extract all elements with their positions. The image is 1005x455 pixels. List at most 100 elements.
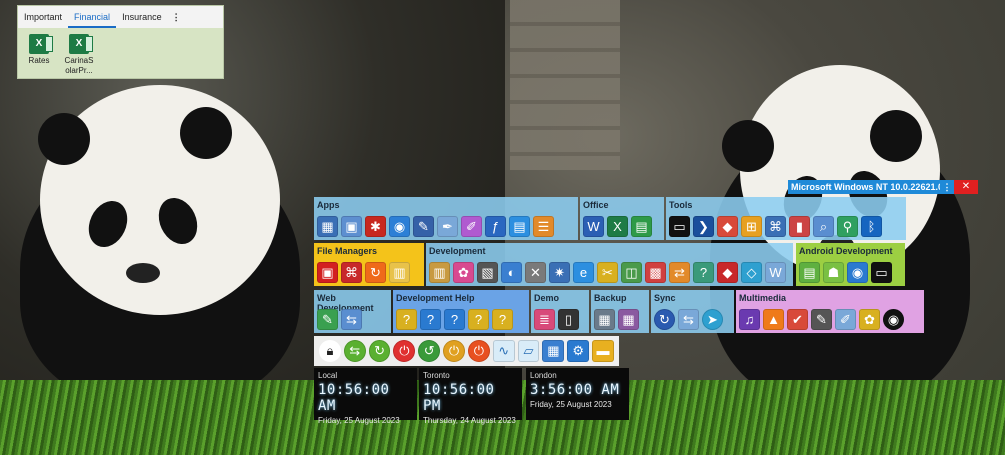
media-edit-icon[interactable]: ✐ xyxy=(835,309,856,330)
puzzle-icon[interactable]: ✱ xyxy=(365,216,386,237)
script-icon[interactable]: ƒ xyxy=(485,216,506,237)
folder-icon[interactable]: ▥ xyxy=(389,262,410,283)
group-backup: Backup ▦ ▦ xyxy=(591,290,649,333)
image-viewer-icon[interactable]: ▣ xyxy=(341,216,362,237)
globe-icon[interactable]: ◉ xyxy=(389,216,410,237)
power-off-icon[interactable]: ⏻ xyxy=(393,340,416,362)
display-icon[interactable]: ▱ xyxy=(517,340,540,362)
window-title-bar: Microsoft Windows NT 10.0.22621.0 ⋮ ✕ xyxy=(788,180,978,194)
ie-icon[interactable]: e xyxy=(573,262,594,283)
powershell-icon[interactable]: ❯ xyxy=(693,216,714,237)
send-icon[interactable]: ➤ xyxy=(702,309,723,330)
switch-user-icon[interactable]: ⇆ xyxy=(343,340,366,362)
group-title: Tools xyxy=(669,200,693,210)
tab-important[interactable]: Important xyxy=(18,6,68,28)
backup-restore-icon[interactable]: ▦ xyxy=(618,309,639,330)
group-title: Android Development xyxy=(799,246,893,256)
gear-cluster-icon[interactable]: ✷ xyxy=(549,262,570,283)
studio-icon[interactable]: ◫ xyxy=(621,262,642,283)
help-book-icon[interactable]: ? xyxy=(396,309,417,330)
sleep-icon[interactable]: ⏻ xyxy=(443,340,465,362)
sync-folder-icon[interactable]: ↻ xyxy=(365,262,386,283)
diamond-icon[interactable]: ◇ xyxy=(741,262,762,283)
headphones-icon[interactable]: ♫ xyxy=(739,309,760,330)
question-book-icon[interactable]: ? xyxy=(693,262,714,283)
xp-icon[interactable]: ✕ xyxy=(525,262,546,283)
group-tools: Tools ▭ ❯ ◆ ⊞ ⌘ ▮ ⌕ ⚲ ᛒ xyxy=(666,197,906,240)
window-close-button[interactable]: ✕ xyxy=(954,180,978,194)
books-icon[interactable]: ▥ xyxy=(429,262,450,283)
gimp-icon[interactable]: ✎ xyxy=(811,309,832,330)
double-commander-icon[interactable]: ⌘ xyxy=(341,262,362,283)
layers-icon[interactable]: ≣ xyxy=(534,309,555,330)
web-editor-icon[interactable]: ✎ xyxy=(317,309,338,330)
checkmark-icon[interactable]: ✔ xyxy=(787,309,808,330)
tab-financial[interactable]: Financial xyxy=(68,6,117,28)
wx-icon[interactable]: W xyxy=(765,262,786,283)
tabs-more-icon[interactable]: ⋮ xyxy=(168,12,185,23)
magnifier-icon[interactable]: ⚲ xyxy=(837,216,858,237)
help-file-icon[interactable]: ? xyxy=(492,309,513,330)
clock-city: Local xyxy=(318,371,338,380)
network-icon[interactable]: ⌘ xyxy=(765,216,786,237)
group-file-managers: File Managers ▣ ⌘ ↻ ▥ xyxy=(314,243,424,286)
film-icon[interactable]: ▯ xyxy=(558,309,579,330)
help-circle-icon[interactable]: ? xyxy=(444,309,465,330)
flower-icon[interactable]: ✿ xyxy=(453,262,474,283)
tabs-bar: Important Financial Insurance ⋮ xyxy=(18,6,223,28)
sync-files-icon[interactable]: ⇆ xyxy=(678,309,699,330)
stack-icon[interactable]: ☰ xyxy=(533,216,554,237)
file-commander-icon[interactable]: ▣ xyxy=(317,262,338,283)
excel-icon: X xyxy=(69,34,93,54)
document-icon[interactable]: ▤ xyxy=(509,216,530,237)
spreadsheet-icon[interactable]: ▤ xyxy=(631,216,652,237)
package-icon[interactable]: ▩ xyxy=(645,262,666,283)
ruby-icon[interactable]: ◆ xyxy=(717,262,738,283)
photo-editor-icon[interactable]: ✎ xyxy=(413,216,434,237)
android-robot-icon[interactable]: ☗ xyxy=(823,262,844,283)
file-carina-solar[interactable]: X CarinaS olarPr... xyxy=(62,34,96,76)
audio-icon[interactable]: ◉ xyxy=(883,309,904,330)
tools-icon[interactable]: ✂ xyxy=(597,262,618,283)
bluetooth-icon[interactable]: ᛒ xyxy=(861,216,882,237)
terminal-icon[interactable]: ▭ xyxy=(669,216,690,237)
file-explorer-icon[interactable]: ▬ xyxy=(592,340,614,362)
tab-insurance[interactable]: Insurance xyxy=(116,6,168,28)
excel-icon[interactable]: X xyxy=(607,216,628,237)
group-web-development: Web Development ✎ ⇆ xyxy=(314,290,391,333)
help-doc-icon[interactable]: ? xyxy=(468,309,489,330)
notes-icon[interactable]: ✐ xyxy=(461,216,482,237)
clock-toronto: Toronto 10:56:00 PM Thursday, 24 August … xyxy=(419,368,522,425)
restart-icon[interactable]: ↻ xyxy=(368,340,391,362)
android-globe-icon[interactable]: ◉ xyxy=(847,262,868,283)
draw-icon[interactable]: ▧ xyxy=(477,262,498,283)
refresh-icon[interactable]: ↺ xyxy=(418,340,441,362)
browser-icon[interactable]: ◐ xyxy=(501,262,522,283)
web-network-icon[interactable]: ⇆ xyxy=(341,309,362,330)
calculator-icon[interactable]: ▦ xyxy=(317,216,338,237)
shutdown-icon[interactable]: ⏻ xyxy=(467,340,490,362)
vlc-icon[interactable]: ▲ xyxy=(763,309,784,330)
clock-date: Friday, 25 August 2023 xyxy=(530,400,612,409)
help-icon[interactable]: ? xyxy=(420,309,441,330)
clock-time: 10:56:00 PM xyxy=(423,382,495,414)
android-file-icon[interactable]: ▤ xyxy=(799,262,820,283)
search-icon[interactable]: ⌕ xyxy=(813,216,834,237)
usb-icon[interactable]: ▮ xyxy=(789,216,810,237)
sync-circle-icon[interactable]: ↻ xyxy=(654,309,675,330)
settings-gear-icon[interactable]: ⚙ xyxy=(567,340,590,362)
windows-icon[interactable]: ⊞ xyxy=(741,216,762,237)
lock-icon[interactable]: 🔒︎ xyxy=(319,340,341,362)
eraser-icon[interactable]: ◆ xyxy=(717,216,738,237)
group-title: Development xyxy=(429,246,486,256)
file-rates[interactable]: X Rates xyxy=(22,34,56,76)
quill-icon[interactable]: ✒ xyxy=(437,216,458,237)
importer-icon[interactable]: ⇄ xyxy=(669,262,690,283)
backup-drive-icon[interactable]: ▦ xyxy=(594,309,615,330)
word-icon[interactable]: W xyxy=(583,216,604,237)
performance-monitor-icon[interactable]: ∿ xyxy=(492,340,515,362)
system-info-icon[interactable]: ▦ xyxy=(542,340,565,362)
paint-icon[interactable]: ✿ xyxy=(859,309,880,330)
window-more-icon[interactable]: ⋮ xyxy=(940,180,954,194)
android-terminal-icon[interactable]: ▭ xyxy=(871,262,892,283)
